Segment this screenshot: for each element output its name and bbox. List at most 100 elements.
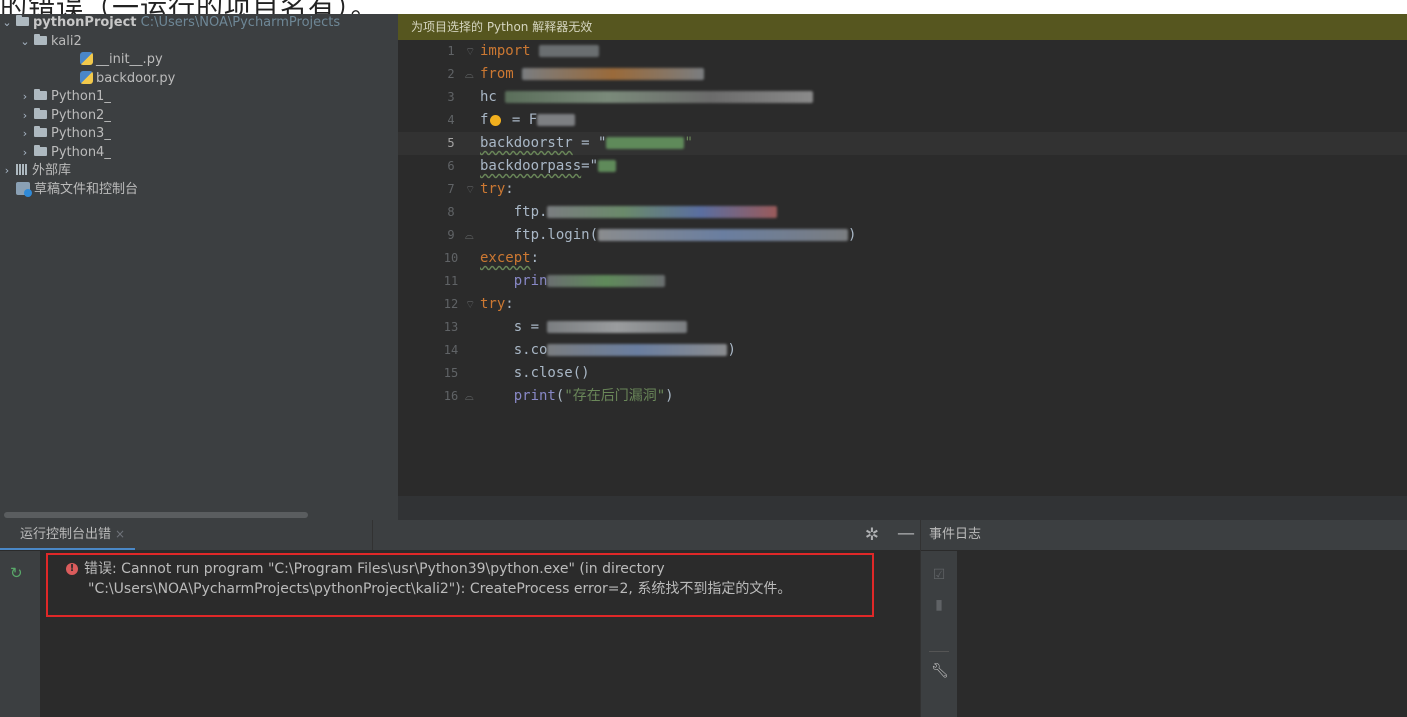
fold-marker-icon[interactable]: ⌓ [465, 385, 475, 408]
folder-icon [34, 89, 47, 100]
chevron-right-icon[interactable]: › [18, 144, 32, 163]
fold-marker-icon[interactable]: ⌔ [465, 293, 475, 316]
chevron-right-icon[interactable]: › [18, 107, 32, 126]
tree-item-label: 外部库 [32, 163, 72, 178]
code-line-2: from [480, 63, 1407, 86]
error-prefix: 错误: [84, 561, 117, 577]
line-number: 1 [447, 44, 455, 58]
code-line-4: f = F [480, 109, 1407, 132]
tree-item-backdoor-py[interactable]: backdoor.py [0, 70, 398, 89]
redacted-text [547, 344, 728, 356]
folder-icon [34, 33, 47, 45]
library-icon [16, 164, 28, 175]
scratches-icon [16, 181, 32, 197]
code-line-13: s = [480, 316, 1407, 339]
code-line-1: import [480, 40, 1407, 63]
tree-item-root[interactable]: ⌄ pythonProject C:\Users\NOA\PycharmProje… [0, 14, 398, 33]
line-number: 13 [443, 320, 459, 334]
code-line-9: ftp.login() [513, 227, 857, 243]
line-number: 10 [443, 251, 459, 265]
code-line-14: s.co) [513, 342, 736, 358]
tree-item-python3[interactable]: › Python3_ [0, 125, 398, 144]
chevron-down-icon[interactable]: ⌄ [0, 14, 14, 33]
line-number: 7 [447, 182, 455, 196]
interpreter-warning-banner[interactable]: 为项目选择的 Python 解释器无效 [398, 14, 1407, 40]
horizontal-scrollbar[interactable] [4, 512, 308, 518]
editor-breadcrumb-bar [398, 496, 1407, 520]
tree-item-path: C:\Users\NOA\PycharmProjects [140, 15, 341, 30]
tree-item-label: 草稿文件和控制台 [34, 181, 139, 197]
code-line-15: s.close() [513, 365, 590, 381]
gear-icon[interactable]: ✲ [862, 525, 882, 545]
close-icon[interactable]: × [115, 527, 125, 541]
python-file-icon [80, 52, 93, 65]
divider [372, 520, 373, 550]
folder-icon [34, 107, 47, 119]
redacted-text [598, 160, 617, 172]
minimize-icon[interactable]: — [896, 524, 916, 544]
fold-marker-icon[interactable]: ⌔ [465, 40, 475, 63]
tree-item-scratches[interactable]: 草稿文件和控制台 [0, 181, 398, 200]
wrench-icon[interactable]: 🔧︎ [931, 663, 949, 679]
code-editor[interactable]: 为项目选择的 Python 解释器无效 1 2 3 4 5 6 7 8 9 10… [398, 14, 1407, 520]
tree-item-python4[interactable]: › Python4_ [0, 144, 398, 163]
run-toolbar: ↻ [0, 551, 40, 717]
tree-item-python2[interactable]: › Python2_ [0, 107, 398, 126]
error-message: ! 错误: Cannot run program "C:\Program File… [66, 559, 791, 599]
redacted-text [537, 114, 576, 126]
chevron-right-icon[interactable]: › [18, 88, 32, 107]
code-line-6: backdoorpass=" [480, 155, 1407, 178]
rerun-icon[interactable]: ↻ [10, 564, 23, 582]
tree-item-init-py[interactable]: __init__.py [0, 51, 398, 70]
fold-marker-icon[interactable]: ⌔ [465, 178, 475, 201]
code-line-16: print("存在后门漏洞") [513, 388, 674, 404]
line-number: 8 [447, 205, 455, 219]
run-tool-header: 运行控制台出错 × ✲ — [0, 520, 920, 551]
line-number-current: 5 [447, 136, 455, 150]
event-log-panel: 事件日志 ☑ ▮ 🔧︎ [920, 520, 1407, 717]
error-line-2: "C:\Users\NOA\PycharmProjects\pythonProj… [88, 581, 792, 597]
redacted-text [505, 91, 814, 103]
tree-item-python1[interactable]: › Python1_ [0, 88, 398, 107]
tree-item-label: Python4_ [51, 144, 111, 160]
redacted-text [522, 68, 705, 80]
fold-marker-icon[interactable]: ⌓ [465, 63, 475, 86]
tab-run-console-error[interactable]: 运行控制台出错 × [0, 520, 136, 550]
line-number: 15 [443, 366, 459, 380]
python-file-icon [80, 70, 93, 84]
fold-marker-icon[interactable]: ⌓ [465, 224, 475, 247]
tree-item-label: kali2 [51, 33, 82, 49]
code-line-8: ftp. [480, 201, 1407, 224]
chevron-right-icon[interactable]: › [0, 162, 14, 181]
error-icon: ! [66, 563, 78, 575]
code-line-3: hc [480, 86, 1407, 109]
top-caption: 的错误（一运行的项目名有）。 [0, 0, 379, 24]
divider [929, 651, 949, 652]
code-line-7: try: [480, 181, 514, 197]
redacted-text [539, 45, 600, 57]
chevron-right-icon[interactable]: › [18, 125, 32, 144]
redacted-text [547, 321, 688, 333]
code-line-10: except: [480, 250, 540, 266]
redacted-text [547, 206, 778, 218]
tree-item-kali2[interactable]: ⌄ kali2 [0, 33, 398, 52]
mark-read-icon[interactable]: ☑ [931, 567, 947, 583]
code-area[interactable]: 1 2 3 4 5 6 7 8 9 10 11 12 13 14 15 16 ⌔… [398, 40, 1407, 520]
tree-item-label: Python1_ [51, 89, 111, 104]
line-number: 2 [447, 67, 455, 81]
tree-item-external-libraries[interactable]: › 外部库 [0, 162, 398, 181]
code-line-5: backdoorstr = " " [480, 135, 693, 151]
trash-icon[interactable]: ▮ [931, 597, 947, 613]
tree-item-label: pythonProject [33, 15, 137, 30]
lightbulb-icon[interactable] [490, 114, 502, 126]
line-number: 11 [443, 274, 459, 288]
folder-icon [34, 126, 47, 137]
redacted-text [606, 137, 685, 149]
chevron-down-icon[interactable]: ⌄ [18, 33, 32, 52]
tree-item-label: Python3_ [51, 126, 111, 141]
line-number: 4 [447, 113, 455, 127]
tree-item-label: __init__.py [96, 52, 163, 67]
run-tool-window: 运行控制台出错 × ✲ — ↻ ! 错误: Cannot run program "… [0, 520, 920, 717]
event-log-title[interactable]: 事件日志 [921, 520, 1407, 550]
tree-item-label: backdoor.py [96, 70, 176, 86]
